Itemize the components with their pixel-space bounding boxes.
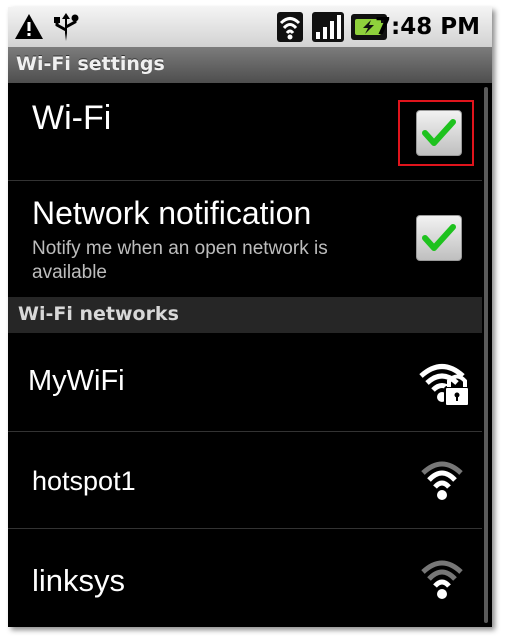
network-notification-summary: Notify me when an open network is availa…: [32, 238, 328, 283]
wifi-signal-icon: [421, 461, 463, 500]
phone-screen: 7:48 PM Wi-Fi settings Wi-Fi Network not…: [8, 7, 492, 627]
wifi-networks-header: Wi-Fi networks: [8, 297, 482, 333]
wifi-signal-icon: [421, 560, 463, 599]
usb-icon: [54, 13, 79, 41]
network-name: linksys: [32, 563, 126, 598]
signal-bars-icon: [312, 12, 344, 42]
network-item[interactable]: MyWiFi: [8, 333, 482, 432]
network-name: MyWiFi: [28, 365, 125, 397]
status-clock: 7:48 PM: [375, 14, 480, 40]
wifi-toggle-label: Wi-Fi: [32, 99, 112, 137]
network-notification-checkbox[interactable]: [416, 215, 462, 261]
wifi-status-icon: [277, 12, 303, 42]
section-title: Wi-Fi networks: [18, 303, 179, 325]
network-item[interactable]: linksys: [8, 529, 482, 627]
network-notification-row[interactable]: Network notification Notify me when an o…: [8, 181, 482, 298]
wifi-checkbox[interactable]: [416, 110, 462, 156]
title-bar: Wi-Fi settings: [8, 47, 492, 83]
checkmark-icon: [422, 119, 456, 146]
network-notification-label: Network notification: [32, 195, 312, 231]
status-bar: 7:48 PM: [8, 7, 492, 47]
page-title: Wi-Fi settings: [16, 53, 165, 75]
network-item[interactable]: hotspot1: [8, 432, 482, 529]
checkmark-icon: [422, 224, 456, 251]
scrollbar[interactable]: [484, 87, 488, 623]
wifi-toggle-row[interactable]: Wi-Fi: [8, 83, 482, 181]
network-name: hotspot1: [32, 466, 136, 496]
wifi-lock-icon: [419, 364, 470, 406]
warning-icon: [15, 14, 43, 39]
